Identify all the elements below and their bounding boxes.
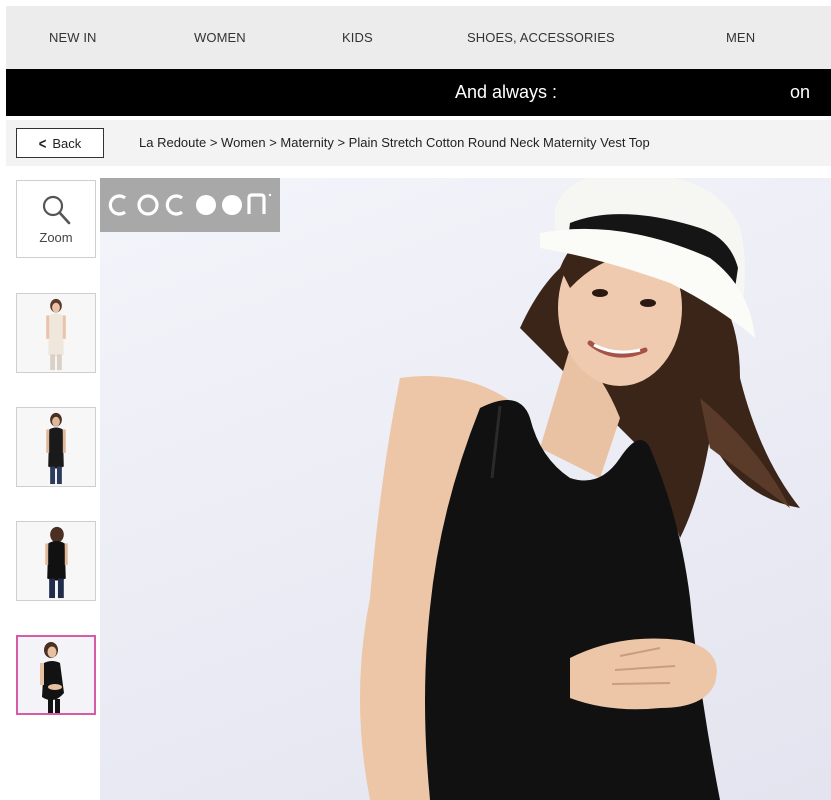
product-thumbnail-3[interactable]: [16, 521, 96, 601]
model-thumbnail-image: [17, 522, 95, 600]
promo-text: And always :: [455, 82, 558, 102]
model-thumbnail-image: [18, 637, 94, 713]
breadcrumb: La Redoute > Women > Maternity > Plain S…: [139, 135, 650, 150]
product-thumbnail-4[interactable]: [16, 635, 96, 715]
thumbnail-column: Zoom: [0, 170, 100, 800]
breadcrumb-row: < Back La Redoute > Women > Maternity > …: [6, 120, 831, 166]
category-nav: NEW IN WOMEN KIDS SHOES, ACCESSORIES MEN: [6, 6, 831, 69]
magnifier-icon: [42, 195, 71, 225]
nav-item-women[interactable]: WOMEN: [194, 6, 246, 69]
promo-banner: And always : on: [6, 69, 831, 116]
back-button-label: Back: [52, 135, 82, 151]
model-photo: [360, 178, 800, 800]
nav-item-men[interactable]: MEN: [726, 6, 755, 69]
nav-item-kids[interactable]: KIDS: [342, 6, 373, 69]
main-product-image[interactable]: [100, 178, 831, 800]
nav-item-shoes-accessories[interactable]: SHOES, ACCESSORIES: [467, 6, 615, 69]
nav-item-new-in[interactable]: NEW IN: [49, 6, 97, 69]
zoom-label: Zoom: [39, 230, 73, 245]
chevron-left-icon: <: [38, 134, 47, 152]
zoom-button[interactable]: Zoom: [16, 180, 96, 258]
model-thumbnail-image: [17, 294, 95, 372]
model-thumbnail-image: [17, 408, 95, 486]
back-button[interactable]: < Back: [16, 128, 104, 158]
promo-text-trailing: on: [790, 82, 811, 102]
product-thumbnail-2[interactable]: [16, 407, 96, 487]
product-thumbnail-1[interactable]: [16, 293, 96, 373]
